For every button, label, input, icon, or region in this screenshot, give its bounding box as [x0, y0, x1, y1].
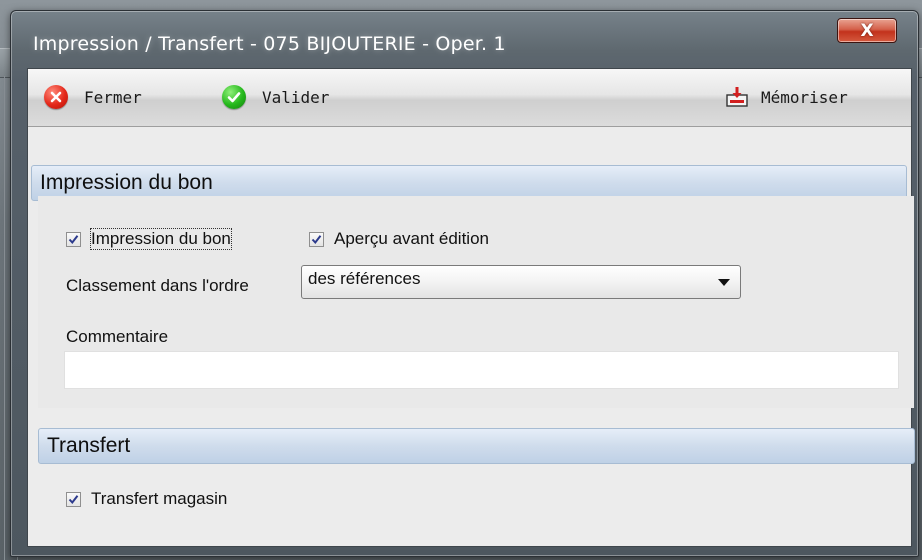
print-section-title: Impression du bon [40, 171, 213, 194]
sort-order-label: Classement dans l'ordre [66, 276, 249, 295]
chevron-down-icon [718, 278, 730, 286]
window-close-button[interactable]: X [837, 18, 897, 43]
print-voucher-label: Impression du bon [90, 228, 232, 250]
save-settings-label: Mémoriser [761, 87, 848, 107]
validate-button[interactable]: Valider [222, 83, 329, 111]
window-title: Impression / Transfert - 075 BIJOUTERIE … [33, 33, 506, 55]
transfer-section-header: Transfert [38, 428, 915, 464]
sort-order-value: des références [308, 269, 421, 288]
store-transfer-checkbox-row[interactable]: Transfert magasin [66, 489, 227, 509]
close-dialog-button[interactable]: Fermer [44, 83, 142, 111]
green-check-circle-icon [222, 85, 246, 109]
transfer-section-title: Transfert [47, 434, 131, 457]
comment-input[interactable] [64, 351, 899, 389]
red-x-circle-icon [44, 85, 68, 109]
sort-order-select[interactable]: des références [301, 265, 741, 299]
preview-label: Aperçu avant édition [334, 229, 489, 248]
print-voucher-checkbox[interactable] [66, 231, 81, 247]
store-transfer-label: Transfert magasin [91, 489, 228, 508]
checkmark-icon [68, 494, 79, 504]
background-divider [4, 76, 5, 560]
comment-label: Commentaire [66, 327, 169, 346]
preview-checkbox[interactable] [309, 231, 324, 247]
checkmark-icon [68, 234, 79, 244]
preview-checkbox-row[interactable]: Aperçu avant édition [309, 229, 489, 249]
save-to-disk-icon [726, 87, 748, 107]
checkmark-icon [311, 234, 322, 244]
close-icon: X [860, 20, 874, 41]
validate-label: Valider [262, 87, 330, 107]
save-settings-button[interactable]: Mémoriser [725, 83, 848, 111]
print-voucher-checkbox-row[interactable]: Impression du bon [66, 228, 232, 250]
store-transfer-checkbox[interactable] [66, 491, 81, 507]
toolbar: Fermer Valider Mémoriser [28, 69, 911, 127]
close-dialog-label: Fermer [84, 87, 142, 107]
